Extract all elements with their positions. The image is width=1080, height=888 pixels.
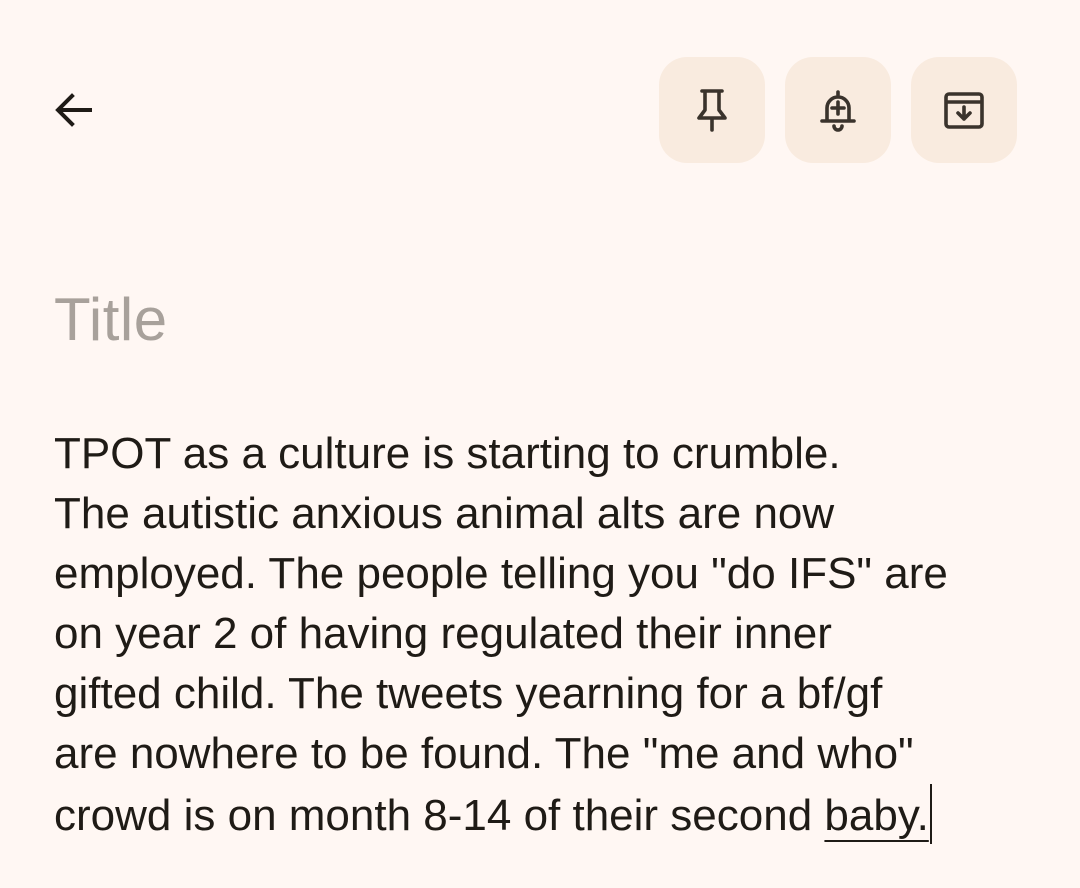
title-placeholder: Title (54, 286, 168, 353)
body-line: gifted child. The tweets yearning for a … (54, 669, 883, 718)
arrow-back-icon (50, 86, 98, 134)
pin-button[interactable] (659, 57, 765, 163)
body-line: TPOT as a culture is starting to crumble… (54, 429, 841, 478)
body-line: employed. The people telling you "do IFS… (54, 549, 948, 598)
pin-icon (688, 86, 736, 134)
body-line-last: crowd is on month 8-14 of their second b… (54, 784, 1054, 844)
spellcheck-underlined-word[interactable]: baby. (824, 791, 928, 840)
body-line-last-text: crowd is on month 8-14 of their second (54, 791, 825, 840)
body-line: The autistic anxious animal alts are now (54, 489, 835, 538)
bell-plus-icon (814, 86, 862, 134)
top-app-bar (0, 0, 1080, 220)
note-body-input[interactable]: TPOT as a culture is starting to crumble… (54, 424, 1054, 844)
body-line: are nowhere to be found. The "me and who… (54, 729, 914, 778)
body-line: on year 2 of having regulated their inne… (54, 609, 832, 658)
archive-button[interactable] (911, 57, 1017, 163)
text-cursor (929, 784, 932, 844)
title-input[interactable]: Title (54, 280, 1014, 360)
back-button[interactable] (38, 72, 110, 148)
reminder-button[interactable] (785, 57, 891, 163)
archive-icon (940, 86, 988, 134)
